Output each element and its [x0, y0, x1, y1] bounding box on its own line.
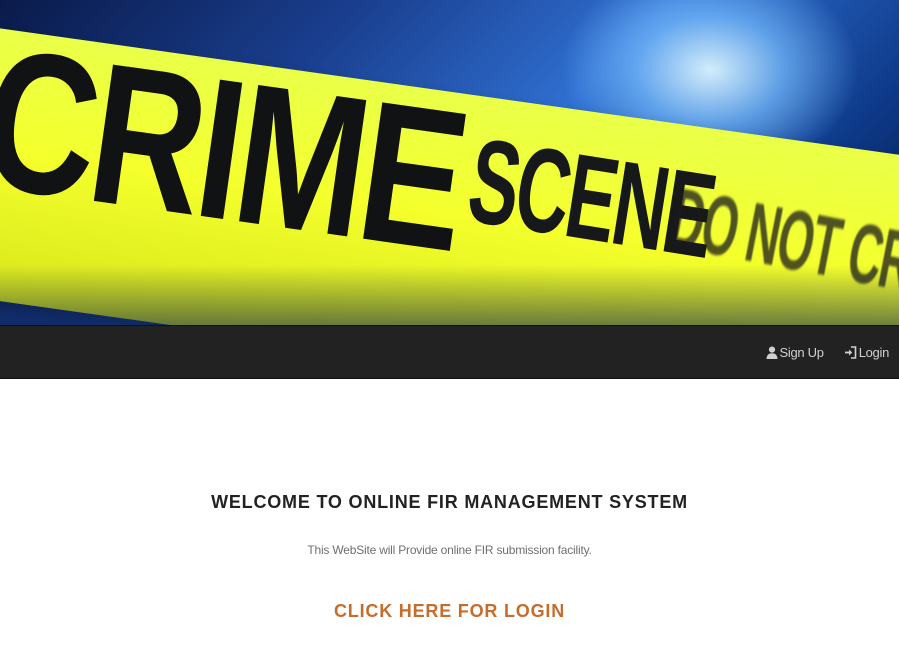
login-icon	[844, 345, 856, 359]
click-here-login-link[interactable]: CLICK HERE FOR LOGIN	[334, 601, 565, 622]
signup-link[interactable]: Sign Up	[766, 345, 824, 360]
page-title: WELCOME TO ONLINE FIR MANAGEMENT SYSTEM	[211, 492, 688, 512]
hero-bottom-shade	[0, 265, 899, 325]
signup-label: Sign Up	[779, 344, 824, 360]
hero-banner-image: CRIME SCENE DO NOT CROSS	[0, 0, 899, 325]
login-link[interactable]: Login	[844, 345, 889, 360]
user-icon	[766, 346, 778, 359]
login-label: Login	[858, 344, 890, 360]
top-navbar: Sign Up Login	[0, 325, 899, 379]
main-content: WELCOME TO ONLINE FIR MANAGEMENT SYSTEM …	[0, 379, 899, 622]
page-subtitle: This WebSite will Provide online FIR sub…	[307, 543, 592, 557]
